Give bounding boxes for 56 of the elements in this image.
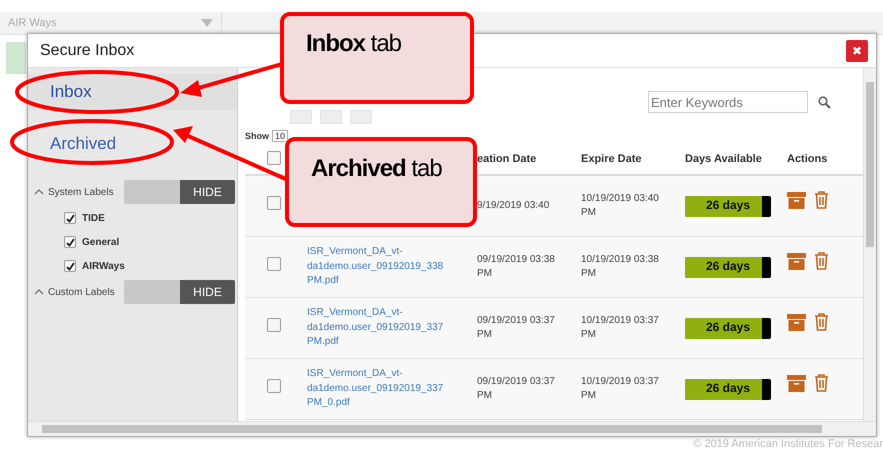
expire-date: 10/19/2019 03:40 PM xyxy=(581,192,659,218)
search-icon[interactable] xyxy=(818,96,831,108)
select-all-checkbox[interactable] xyxy=(267,150,281,164)
hide-toggle[interactable]: HIDE xyxy=(124,280,235,304)
trash-icon[interactable] xyxy=(814,374,829,392)
row-checkbox[interactable] xyxy=(267,379,281,394)
column-header[interactable]: Expire Date xyxy=(581,153,642,165)
file-link[interactable]: ISR_Vermont_DA_vt-da1demo.user_09192019_338 PM.pdf xyxy=(307,245,469,289)
row-checkbox[interactable] xyxy=(267,257,281,272)
chevron-icon[interactable] xyxy=(34,189,44,195)
archive-icon[interactable] xyxy=(787,252,806,270)
callout-box: Archived tab xyxy=(285,137,477,227)
label-checkbox[interactable] xyxy=(64,260,76,272)
days-text: 26 days xyxy=(706,258,750,276)
days-text: 26 days xyxy=(706,319,750,336)
callout-box: Inbox tab xyxy=(280,12,474,104)
row-checkbox[interactable] xyxy=(267,318,281,332)
label-group-title: System Labels xyxy=(48,186,115,198)
archive-icon[interactable] xyxy=(787,314,806,330)
trash-icon[interactable] xyxy=(814,313,829,331)
label-checkbox[interactable] xyxy=(64,236,76,248)
label-name: General xyxy=(82,236,120,248)
file-link[interactable]: ISR_Vermont_DA_vt-da1demo.user_09192019_337 PM_0.pdf xyxy=(307,367,469,411)
days-text: 26 days xyxy=(706,380,750,398)
hide-toggle[interactable]: HIDE xyxy=(124,180,235,204)
creation-date: 9/19/2019 03:40 xyxy=(477,200,550,211)
column-header[interactable]: Days Available xyxy=(685,153,762,165)
days-text: 26 days xyxy=(706,197,750,214)
creation-date: 09/19/2019 03:37 PM xyxy=(477,314,555,340)
expire-date: 10/19/2019 03:37 PM xyxy=(581,376,659,401)
label-group-title: Custom Labels xyxy=(48,286,116,298)
archive-icon[interactable] xyxy=(787,192,806,208)
trash-icon[interactable] xyxy=(814,191,829,209)
file-link[interactable]: ISR_Vermont_DA_vt-da1demo.user_09192019_337 PM.pdf xyxy=(307,306,469,350)
creation-date: 09/19/2019 03:38 PM xyxy=(477,254,555,279)
vertical-scrollbar[interactable] xyxy=(863,68,876,421)
close-button[interactable]: ✖ xyxy=(846,40,868,62)
creation-date: 09/19/2019 03:37 PM xyxy=(477,376,555,401)
row-checkbox[interactable] xyxy=(267,196,281,210)
copyright-text: © 2019 American Institutes For Resear xyxy=(693,438,883,450)
expire-date: 10/19/2019 03:37 PM xyxy=(581,314,659,340)
show-label: Show xyxy=(245,131,269,141)
label-name: TIDE xyxy=(82,212,105,224)
horizontal-scrollbar[interactable] xyxy=(28,421,876,436)
trash-icon[interactable] xyxy=(814,252,829,270)
chevron-icon[interactable] xyxy=(34,289,44,295)
archive-icon[interactable] xyxy=(787,374,806,392)
expire-date: 10/19/2019 03:38 PM xyxy=(581,254,659,279)
label-checkbox[interactable] xyxy=(64,212,76,224)
caret-icon xyxy=(201,19,213,27)
dialog-title: Secure Inbox xyxy=(40,42,134,60)
sidebar-tab[interactable]: Archived xyxy=(28,126,237,162)
label-name: AIRWays xyxy=(82,260,125,272)
column-header[interactable]: Actions xyxy=(787,153,828,165)
column-header[interactable]: eation Date xyxy=(477,153,536,165)
search-field[interactable]: Enter Keywords xyxy=(648,91,808,113)
